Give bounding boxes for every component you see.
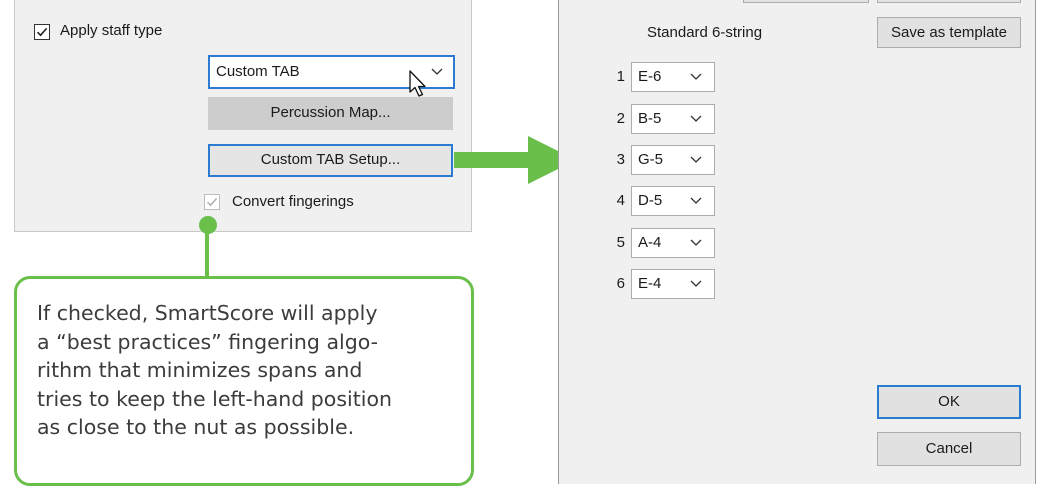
convert-fingerings-label: Convert fingerings bbox=[232, 193, 354, 210]
convert-fingerings-checkbox[interactable] bbox=[204, 194, 220, 210]
cancel-button[interactable]: Cancel bbox=[877, 432, 1021, 466]
string-5-pitch-select[interactable]: A-4 bbox=[631, 228, 715, 258]
chevron-down-icon bbox=[690, 115, 702, 122]
chevron-down-icon bbox=[690, 239, 702, 246]
string-4-pitch-select[interactable]: D-5 bbox=[631, 186, 715, 216]
chevron-down-icon bbox=[690, 197, 702, 204]
apply-staff-type-checkbox[interactable] bbox=[34, 24, 50, 40]
staff-type-value: Custom TAB bbox=[216, 63, 300, 80]
checkmark-icon bbox=[206, 197, 218, 207]
custom-tab-setup-dialog: Standard 6-string Save as template 1 E-6… bbox=[558, 0, 1036, 484]
string-number: 5 bbox=[616, 234, 625, 251]
string-pitch: G-5 bbox=[638, 151, 664, 168]
chevron-down-icon bbox=[690, 280, 702, 287]
string-2-pitch-select[interactable]: B-5 bbox=[631, 104, 715, 134]
staff-type-panel: Apply staff type Custom TAB Percussion M… bbox=[14, 0, 472, 232]
callout-box: If checked, SmartScore will apply a “bes… bbox=[14, 276, 474, 486]
string-pitch: E-4 bbox=[638, 275, 662, 292]
callout-text: If checked, SmartScore will apply a “bes… bbox=[37, 301, 392, 440]
string-number: 3 bbox=[616, 151, 625, 168]
string-number: 1 bbox=[616, 68, 625, 85]
ok-button[interactable]: OK bbox=[877, 385, 1021, 419]
chevron-down-icon bbox=[690, 156, 702, 163]
custom-tab-setup-button[interactable]: Custom TAB Setup... bbox=[208, 144, 453, 177]
string-pitch: B-5 bbox=[638, 110, 662, 127]
callout-connector bbox=[205, 230, 209, 278]
top-button-partial[interactable] bbox=[743, 0, 869, 3]
string-6-pitch-select[interactable]: E-4 bbox=[631, 269, 715, 299]
chevron-down-icon bbox=[431, 68, 443, 75]
string-number: 4 bbox=[616, 192, 625, 209]
string-pitch: E-6 bbox=[638, 68, 662, 85]
string-number: 2 bbox=[616, 110, 625, 127]
string-number: 6 bbox=[616, 275, 625, 292]
percussion-map-button[interactable]: Percussion Map... bbox=[208, 97, 453, 130]
save-as-template-button[interactable]: Save as template bbox=[877, 17, 1021, 48]
checkmark-icon bbox=[36, 27, 48, 37]
callout-dot bbox=[199, 216, 217, 234]
mouse-cursor-icon bbox=[409, 70, 426, 97]
tuning-name: Standard 6-string bbox=[647, 24, 763, 41]
apply-staff-type-label: Apply staff type bbox=[60, 22, 163, 39]
top-button-partial-2[interactable] bbox=[877, 0, 1021, 3]
string-pitch: D-5 bbox=[638, 192, 663, 209]
string-3-pitch-select[interactable]: G-5 bbox=[631, 145, 715, 175]
chevron-down-icon bbox=[690, 73, 702, 80]
string-1-pitch-select[interactable]: E-6 bbox=[631, 62, 715, 92]
string-pitch: A-4 bbox=[638, 234, 662, 251]
